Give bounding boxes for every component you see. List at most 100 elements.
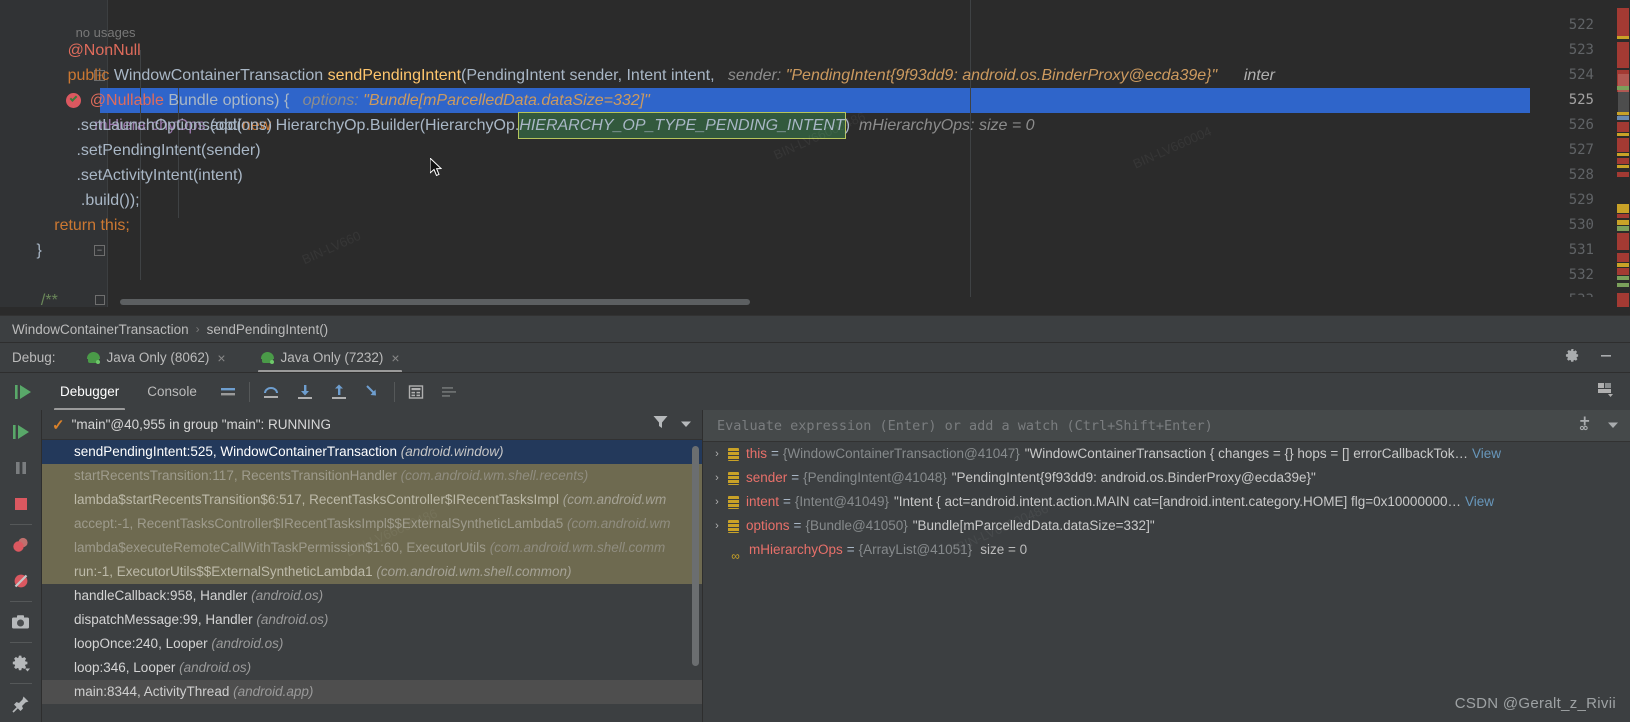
- editor-viewport[interactable]: 522 523 524 525 526 527 528 529 530 531 …: [0, 0, 1630, 309]
- variables-panel[interactable]: Evaluate expression (Enter) or add a wat…: [702, 410, 1630, 722]
- mute-breakpoints-icon[interactable]: [0, 563, 42, 599]
- breadcrumb-separator-icon: ›: [195, 322, 200, 336]
- variables-list[interactable]: › this = {WindowContainerTransaction@410…: [703, 442, 1630, 722]
- frame-package: (android.os): [179, 660, 252, 675]
- frames-panel[interactable]: ✓ "main"@40,955 in group "main": RUNNING…: [42, 410, 702, 722]
- add-watch-icon[interactable]: [1577, 415, 1593, 436]
- thread-selector[interactable]: ✓ "main"@40,955 in group "main": RUNNING: [42, 410, 702, 440]
- filter-icon[interactable]: [653, 415, 668, 434]
- table-row[interactable]: lambda$executeRemoteCallWithTaskPermissi…: [42, 536, 702, 560]
- frames-scrollbar[interactable]: [692, 446, 699, 666]
- stop-icon[interactable]: [0, 486, 42, 522]
- call-stack-list[interactable]: sendPendingIntent:525, WindowContainerTr…: [42, 440, 702, 722]
- fold-marker[interactable]: −: [94, 245, 105, 256]
- close-icon[interactable]: ×: [391, 350, 399, 366]
- breadcrumb[interactable]: WindowContainerTransaction › sendPending…: [0, 315, 1630, 342]
- list-item[interactable]: › sender = {PendingIntent@41048} "Pendin…: [703, 466, 1630, 490]
- settings-icon[interactable]: [0, 645, 42, 681]
- tab-console-label: Console: [147, 384, 197, 399]
- show-execution-point-icon[interactable]: [211, 373, 245, 411]
- collection-icon: ∞: [731, 548, 740, 563]
- debug-session-tab-7232[interactable]: Java Only (7232) ×: [256, 343, 404, 373]
- view-link[interactable]: View: [1465, 490, 1494, 514]
- android-icon: [86, 351, 101, 364]
- error-stripe-minimap[interactable]: [1616, 0, 1630, 307]
- step-over-icon[interactable]: [254, 373, 288, 411]
- equals-sign: =: [783, 494, 791, 509]
- debug-label: Debug:: [12, 350, 56, 365]
- variable-name: mHierarchyOps: [749, 542, 843, 557]
- chevron-right-icon[interactable]: ›: [709, 442, 725, 466]
- chevron-down-icon[interactable]: [1607, 417, 1619, 435]
- table-row[interactable]: lambda$startRecentsTransition$6:517, Rec…: [42, 488, 702, 512]
- table-row[interactable]: main:8344, ActivityThread (android.app): [42, 680, 702, 704]
- step-out-icon[interactable]: [322, 373, 356, 411]
- toolbar-divider: [9, 683, 32, 684]
- javadoc-start: /**: [40, 292, 58, 309]
- table-row[interactable]: dispatchMessage:99, Handler (android.os): [42, 608, 702, 632]
- chevron-right-icon[interactable]: ›: [709, 490, 725, 514]
- frame-text: lambda$executeRemoteCallWithTaskPermissi…: [74, 540, 486, 555]
- table-row[interactable]: loop:346, Looper (android.os): [42, 656, 702, 680]
- force-step-into-icon[interactable]: [356, 373, 390, 411]
- resume-program-icon[interactable]: [0, 384, 46, 400]
- table-row[interactable]: run:-1, ExecutorUtils$$ExternalSynthetic…: [42, 560, 702, 584]
- frame-package: (android.os): [256, 612, 329, 627]
- selected-constant[interactable]: HIERARCHY_OP_TYPE_PENDING_INTENT: [518, 112, 846, 139]
- watermark: CSDN @Geralt_z_Rivii: [1454, 695, 1616, 712]
- table-row[interactable]: startRecentsTransition:117, RecentsTrans…: [42, 464, 702, 488]
- close-icon[interactable]: ×: [217, 350, 225, 366]
- frame-text: accept:-1, RecentTasksController$IRecent…: [74, 516, 564, 531]
- list-item[interactable]: › this = {WindowContainerTransaction@410…: [703, 442, 1630, 466]
- fold-marker-doc[interactable]: [94, 295, 105, 306]
- table-row[interactable]: handleCallback:958, Handler (android.os): [42, 584, 702, 608]
- debug-session-tab-8062[interactable]: Java Only (8062) ×: [82, 343, 230, 373]
- table-row[interactable]: accept:-1, RecentTasksController$IRecent…: [42, 512, 702, 536]
- table-row[interactable]: loopOnce:240, Looper (android.os): [42, 632, 702, 656]
- variable-value: "PendingIntent{9f93dd9: android.os.Binde…: [951, 470, 1316, 485]
- variable-value: "Bundle[mParcelledData.dataSize=332]": [912, 518, 1155, 533]
- list-item[interactable]: › intent = {Intent@41049} "Intent { act=…: [703, 490, 1630, 514]
- breadcrumb-method[interactable]: sendPendingIntent(): [207, 322, 329, 337]
- toolbar-divider: [248, 381, 250, 402]
- minimize-icon[interactable]: [1598, 347, 1614, 368]
- field-icon: [728, 447, 739, 461]
- toolbar-divider: [9, 524, 32, 526]
- rerun-icon[interactable]: [0, 414, 42, 450]
- tab-console[interactable]: Console: [133, 373, 211, 411]
- frame-text: startRecentsTransition:117, RecentsTrans…: [74, 468, 397, 483]
- frame-package: (com.android.wm.shell.recents): [400, 468, 589, 483]
- code-editor[interactable]: 522 523 524 525 526 527 528 529 530 531 …: [0, 0, 1630, 315]
- table-row[interactable]: sendPendingIntent:525, WindowContainerTr…: [42, 440, 702, 464]
- chevron-down-icon[interactable]: [680, 416, 692, 434]
- gear-icon[interactable]: [1565, 348, 1580, 368]
- list-item[interactable]: › options = {Bundle@41050} "Bundle[mParc…: [703, 514, 1630, 538]
- pin-tab-icon[interactable]: [0, 686, 42, 722]
- pause-icon[interactable]: [0, 450, 42, 486]
- evaluate-expression-icon[interactable]: [399, 373, 433, 411]
- restore-layout-icon[interactable]: [1596, 381, 1614, 402]
- list-item[interactable]: ∞ mHierarchyOps = {ArrayList@41051} size…: [703, 538, 1630, 563]
- debug-side-toolbar: [0, 410, 42, 722]
- view-link[interactable]: View: [1472, 442, 1501, 466]
- variable-name: this: [746, 446, 768, 461]
- call-build: .build());: [80, 192, 140, 209]
- horizontal-scrollbar-thumb[interactable]: [120, 299, 750, 305]
- debug-session-name: Java Only (7232): [280, 350, 384, 365]
- frame-package: (com.android.wm.shell.comm: [489, 540, 666, 555]
- screenshot-icon[interactable]: [0, 604, 42, 640]
- breadcrumb-class[interactable]: WindowContainerTransaction: [12, 322, 189, 337]
- layout-settings-icon[interactable]: [433, 373, 467, 411]
- frame-package: (com.android.wm: [567, 516, 671, 531]
- chevron-right-icon[interactable]: ›: [709, 466, 725, 490]
- chevron-right-icon[interactable]: ›: [709, 514, 725, 538]
- step-into-icon[interactable]: [288, 373, 322, 411]
- frame-package: (android.os): [211, 636, 284, 651]
- evaluate-expression-input[interactable]: Evaluate expression (Enter) or add a wat…: [703, 410, 1630, 442]
- frame-text: run:-1, ExecutorUtils$$ExternalSynthetic…: [74, 564, 373, 579]
- frame-text: dispatchMessage:99, Handler: [74, 612, 253, 627]
- param-hint-sender: sender:: [727, 67, 782, 84]
- frame-package: (android.os): [251, 588, 324, 603]
- tab-debugger[interactable]: Debugger: [46, 373, 133, 411]
- view-breakpoints-icon[interactable]: [0, 527, 42, 563]
